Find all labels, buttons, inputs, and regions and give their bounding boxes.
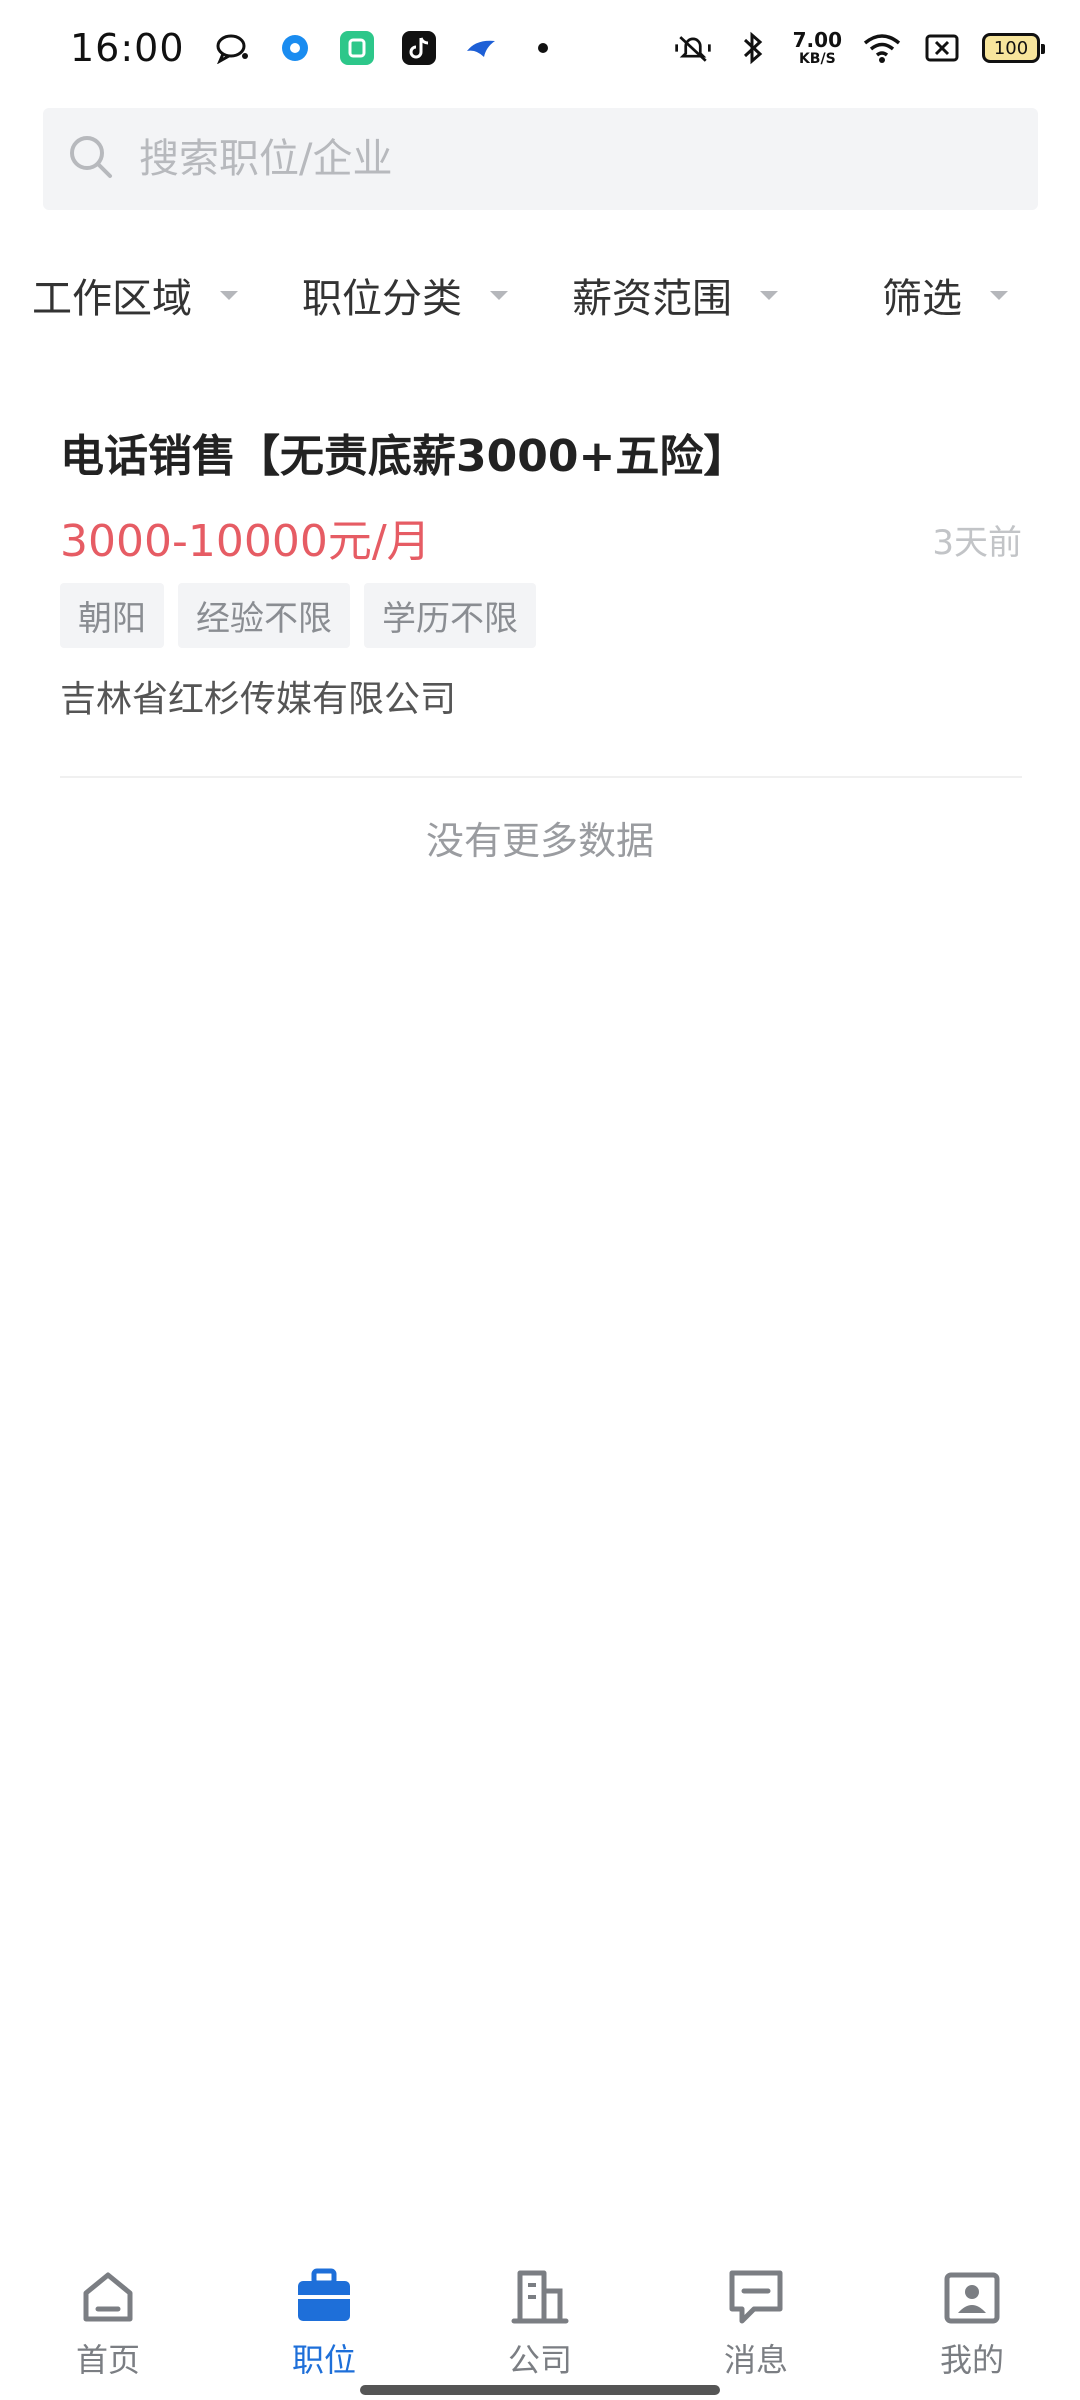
vibrate-mute-icon [673, 28, 713, 68]
no-sim-icon [922, 28, 962, 68]
notification-icons [213, 28, 563, 68]
bird-app-icon [461, 28, 501, 68]
status-time: 16:00 [70, 26, 185, 70]
job-salary: 3000-10000元/月 [60, 516, 431, 567]
blue-dot-app-icon [275, 28, 315, 68]
filter-more[interactable]: 筛选 [810, 266, 1080, 324]
system-icons: 7.00 KB/S 100 [673, 28, 1045, 68]
dropdown-caret-icon [990, 290, 1008, 300]
more-dot-icon [523, 28, 563, 68]
filter-work-area[interactable]: 工作区域 [0, 266, 270, 324]
bottom-nav: 首页 职位 公司 消息 我的 [0, 2265, 1080, 2400]
nav-item-home[interactable]: 首页 [0, 2265, 216, 2400]
home-indicator[interactable] [360, 2385, 720, 2395]
job-title: 电话销售【无责底薪3000+五险】 [60, 431, 748, 482]
job-tag-education: 学历不限 [364, 583, 536, 648]
network-speed-unit: KB/S [798, 51, 836, 67]
building-icon [508, 2265, 572, 2329]
wifi-icon [862, 28, 902, 68]
nav-item-company[interactable]: 公司 [432, 2265, 648, 2400]
search-icon [67, 133, 115, 185]
status-bar: 16:00 7.00 KB/S 100 [0, 0, 1080, 96]
search-input[interactable] [137, 135, 937, 183]
job-company: 吉林省红杉传媒有限公司 [60, 679, 457, 720]
filter-job-category[interactable]: 职位分类 [270, 266, 540, 324]
message-icon [724, 2265, 788, 2329]
filter-bar: 工作区域 职位分类 薪资范围 筛选 [0, 240, 1080, 350]
battery-icon: 100 [982, 33, 1045, 63]
bluetooth-icon [733, 28, 773, 68]
job-tags: 朝阳 经验不限 学历不限 [60, 583, 536, 648]
nav-label: 首页 [75, 2341, 140, 2379]
filter-label: 筛选 [882, 276, 962, 322]
chat-bubble-icon [213, 28, 253, 68]
search-bar[interactable] [43, 108, 1038, 210]
nav-label: 消息 [723, 2341, 788, 2379]
profile-icon [940, 2265, 1004, 2329]
dropdown-caret-icon [760, 290, 778, 300]
nav-item-messages[interactable]: 消息 [648, 2265, 864, 2400]
home-icon [76, 2265, 140, 2329]
nav-label: 公司 [507, 2341, 572, 2379]
dropdown-caret-icon [220, 290, 238, 300]
job-listing-card[interactable]: 电话销售【无责底薪3000+五险】 3000-10000元/月 3天前 朝阳 经… [60, 400, 1022, 778]
network-speed-value: 7.00 [792, 28, 842, 52]
network-speed: 7.00 KB/S [793, 30, 842, 66]
nav-label: 职位 [291, 2341, 356, 2379]
green-app-icon [337, 28, 377, 68]
job-posted-time: 3天前 [932, 523, 1022, 563]
nav-label: 我的 [939, 2341, 1004, 2379]
filter-label: 工作区域 [32, 276, 192, 322]
filter-salary-range[interactable]: 薪资范围 [540, 266, 810, 324]
tiktok-icon [399, 28, 439, 68]
job-tag-experience: 经验不限 [178, 583, 350, 648]
nav-item-profile[interactable]: 我的 [864, 2265, 1080, 2400]
briefcase-icon [292, 2265, 356, 2329]
filter-label: 职位分类 [302, 276, 462, 322]
nav-item-jobs[interactable]: 职位 [216, 2265, 432, 2400]
battery-level: 100 [993, 37, 1029, 59]
list-end-text: 没有更多数据 [425, 819, 654, 863]
dropdown-caret-icon [490, 290, 508, 300]
filter-label: 薪资范围 [572, 276, 732, 322]
job-tag-location: 朝阳 [60, 583, 164, 648]
